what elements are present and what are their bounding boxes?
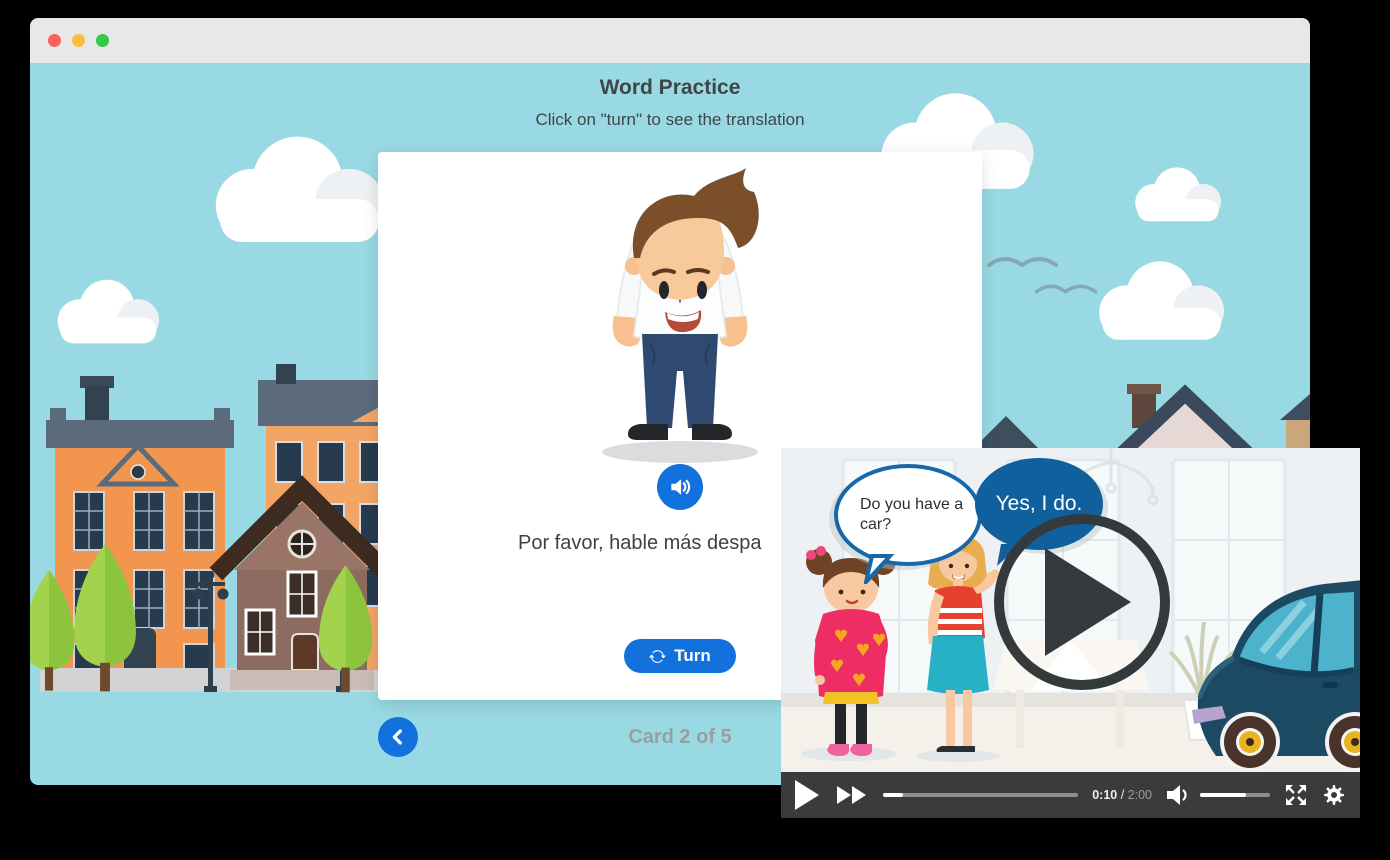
practice-phrase: Por favor, hable más despa xyxy=(518,532,761,555)
fullscreen-icon xyxy=(1284,783,1308,807)
cloud-icon xyxy=(42,271,172,356)
settings-button[interactable] xyxy=(1322,783,1346,807)
cloud-icon xyxy=(190,125,405,260)
volume-icon xyxy=(1166,784,1192,806)
play-overlay-button[interactable] xyxy=(994,514,1170,690)
cloud-icon xyxy=(1080,253,1240,353)
turn-button-label: Turn xyxy=(674,646,711,666)
fullscreen-button[interactable] xyxy=(1284,783,1308,807)
time-display: 0:10 / 2:00 xyxy=(1092,788,1152,802)
time-total: 2:00 xyxy=(1128,788,1152,802)
page-title: Word Practice xyxy=(30,73,1310,103)
video-scene: Do you have a car? Yes, I do. xyxy=(781,448,1360,772)
answer-text: Yes, I do. xyxy=(996,492,1083,516)
volume-slider[interactable] xyxy=(1200,793,1270,797)
window-titlebar xyxy=(30,18,1310,63)
video-controls-bar: 0:10 / 2:00 xyxy=(781,772,1360,818)
cloud-icon xyxy=(1122,161,1232,231)
video-player: Do you have a car? Yes, I do. 0:10 / 2:0… xyxy=(781,448,1360,818)
refresh-icon xyxy=(649,648,666,665)
car-wheel xyxy=(1220,712,1280,772)
page-subtitle: Click on "turn" to see the translation xyxy=(30,107,1310,133)
time-current: 0:10 xyxy=(1092,788,1117,802)
play-overlay-icon xyxy=(1027,542,1137,662)
birds-icon xyxy=(1033,279,1099,299)
fast-forward-button[interactable] xyxy=(837,786,867,804)
bubble-tail xyxy=(864,554,894,584)
traffic-light-maximize-icon[interactable] xyxy=(96,34,109,47)
speaker-icon xyxy=(667,474,693,500)
question-text: Do you have a car? xyxy=(838,495,978,535)
audio-button[interactable] xyxy=(657,464,703,510)
settings-icon xyxy=(1322,783,1346,807)
traffic-light-close-icon[interactable] xyxy=(48,34,61,47)
volume-button[interactable] xyxy=(1166,784,1192,806)
time-separator: / xyxy=(1117,788,1127,802)
play-button[interactable] xyxy=(795,780,819,810)
birds-icon xyxy=(985,251,1060,273)
turn-button[interactable]: Turn xyxy=(624,639,736,673)
man-illustration xyxy=(570,166,790,466)
fast-forward-icon xyxy=(837,786,867,804)
girl-illustration xyxy=(789,546,914,761)
volume-level xyxy=(1200,793,1246,797)
progress-bar[interactable] xyxy=(883,793,1078,797)
buildings-left-illustration xyxy=(30,358,410,698)
traffic-light-minimize-icon[interactable] xyxy=(72,34,85,47)
car-illustration xyxy=(1192,560,1360,772)
progress-played xyxy=(883,793,903,797)
speech-bubble-question: Do you have a car? xyxy=(834,464,982,566)
play-icon xyxy=(795,780,819,810)
